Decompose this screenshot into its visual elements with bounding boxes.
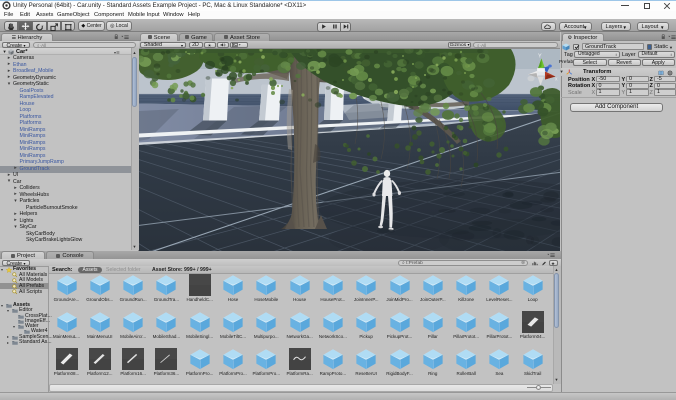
svg-text:Y: Y [538, 53, 542, 59]
